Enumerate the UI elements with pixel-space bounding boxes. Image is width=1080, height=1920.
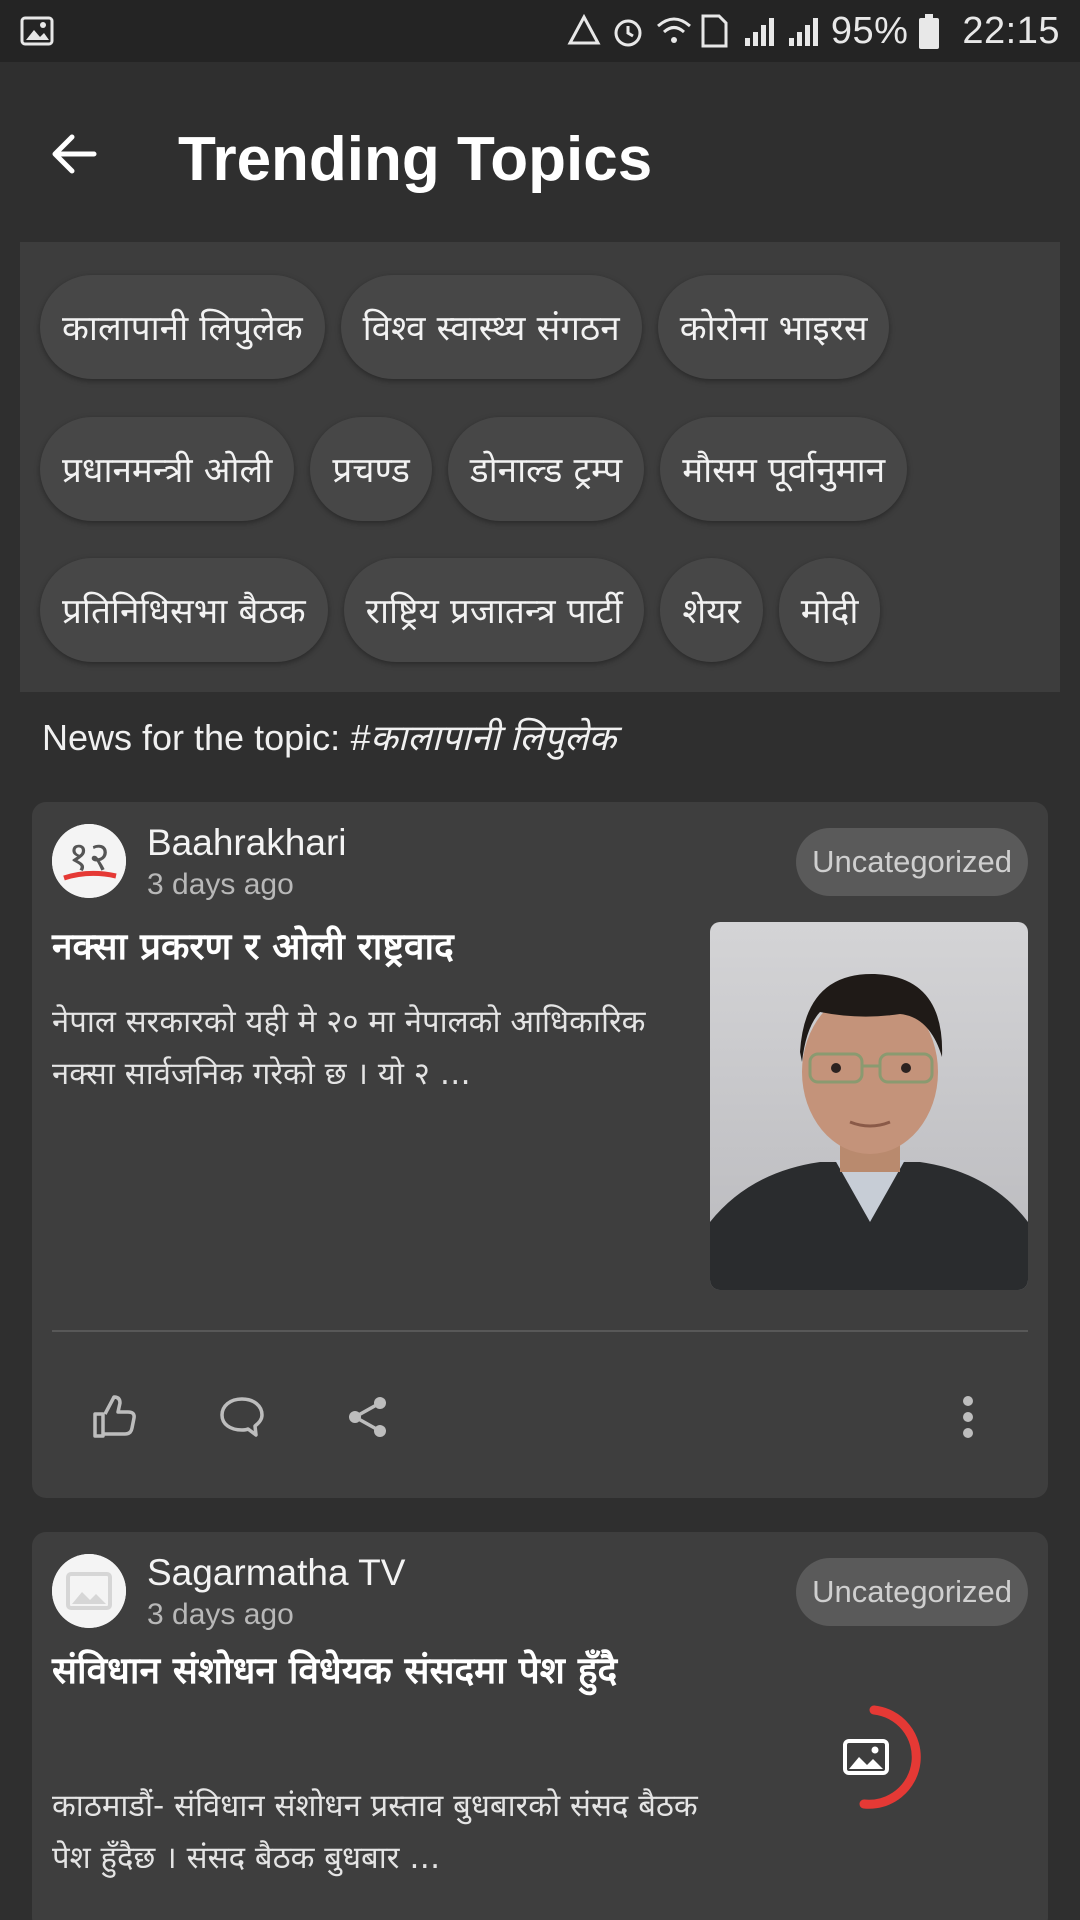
battery-icon — [918, 14, 952, 49]
topic-chip[interactable]: प्रतिनिधिसभा बैठक — [40, 558, 328, 662]
topic-chip[interactable]: कालापानी लिपुलेक — [40, 275, 325, 379]
wifi-icon — [655, 14, 691, 48]
topic-chip[interactable]: कोरोना भाइरस — [657, 275, 890, 379]
news-headline[interactable]: संविधान संशोधन विधेयक संसदमा पेश हुँदै — [52, 1644, 702, 1698]
card-actions — [32, 1377, 1048, 1457]
news-card[interactable]: १२ Baahrakhari 3 days ago Uncategorized … — [32, 802, 1048, 1498]
sim-card-icon — [699, 14, 733, 48]
source-avatar — [52, 1554, 126, 1628]
arrow-back-icon — [52, 134, 97, 174]
news-headline[interactable]: नक्सा प्रकरण र ओली राष्ट्रवाद — [52, 920, 702, 974]
published-time: 3 days ago — [147, 1598, 294, 1631]
clock: 22:15 — [962, 9, 1060, 52]
app-header: Trending Topics — [0, 62, 1080, 242]
like-button[interactable] — [74, 1377, 154, 1457]
topic-chip[interactable]: विश्व स्वास्थ्य संगठन — [340, 275, 642, 379]
status-bar: 95% 22:15 — [0, 0, 1080, 62]
chip-row: कालापानी लिपुलेक विश्व स्वास्थ्य संगठन क… — [40, 275, 890, 379]
image-loading-indicator — [812, 1702, 922, 1812]
battery-percent: 95% — [830, 9, 909, 52]
topic-chip[interactable]: मोदी — [778, 558, 881, 662]
data-saver-icon — [567, 13, 601, 48]
signal-icon-2 — [787, 14, 821, 48]
topic-prefix: News for the topic: — [42, 717, 351, 758]
news-thumbnail[interactable] — [710, 922, 1028, 1290]
topic-chip[interactable]: डोनाल्ड ट्रम्प — [447, 417, 645, 521]
source-name[interactable]: Baahrakhari — [147, 822, 347, 864]
loading-spinner-icon — [843, 1705, 921, 1809]
comment-icon — [220, 1397, 264, 1437]
share-button[interactable] — [328, 1377, 408, 1457]
topic-tag: #कालापानी लिपुलेक — [350, 717, 617, 758]
more-vert-icon — [963, 1396, 973, 1438]
signal-icon — [743, 14, 777, 48]
card-divider — [52, 1330, 1028, 1332]
news-excerpt: नेपाल सरकारको यही मे २० मा नेपालको आधिका… — [52, 1004, 646, 1092]
alarm-icon — [611, 14, 645, 48]
chip-row: प्रतिनिधिसभा बैठक राष्ट्रिय प्रजातन्त्र … — [40, 558, 881, 662]
category-badge[interactable]: Uncategorized — [796, 1558, 1028, 1626]
topic-chip[interactable]: प्रधानमन्त्री ओली — [40, 417, 295, 521]
source-name[interactable]: Sagarmatha TV — [147, 1552, 405, 1594]
share-icon — [349, 1397, 386, 1437]
image-placeholder-icon — [52, 1554, 126, 1628]
topic-chip[interactable]: मौसम पूर्वानुमान — [660, 417, 908, 521]
category-badge[interactable]: Uncategorized — [796, 828, 1028, 896]
more-options-button[interactable] — [928, 1377, 1008, 1457]
topic-chip[interactable]: शेयर — [660, 558, 763, 662]
topic-chip[interactable]: राष्ट्रिय प्रजातन्त्र पार्टी — [343, 558, 645, 662]
gallery-notification-icon — [20, 14, 54, 48]
page-title: Trending Topics — [178, 125, 653, 194]
comment-button[interactable] — [202, 1377, 282, 1457]
thumbs-up-icon — [93, 1395, 136, 1438]
topic-heading: News for the topic: #कालापानी लिपुलेक — [42, 712, 616, 761]
back-button[interactable] — [46, 126, 102, 182]
source-avatar: १२ — [52, 824, 126, 898]
chip-row: प्रधानमन्त्री ओली प्रचण्ड डोनाल्ड ट्रम्प… — [40, 417, 908, 521]
published-time: 3 days ago — [147, 868, 294, 901]
news-excerpt: काठमाडौं- संविधान संशोधन प्रस्ताव बुधबार… — [52, 1788, 698, 1876]
news-card[interactable]: Sagarmatha TV 3 days ago Uncategorized स… — [32, 1532, 1048, 1920]
topic-chip[interactable]: प्रचण्ड — [310, 417, 432, 521]
trending-chips-panel: कालापानी लिपुलेक विश्व स्वास्थ्य संगठन क… — [20, 242, 1060, 692]
